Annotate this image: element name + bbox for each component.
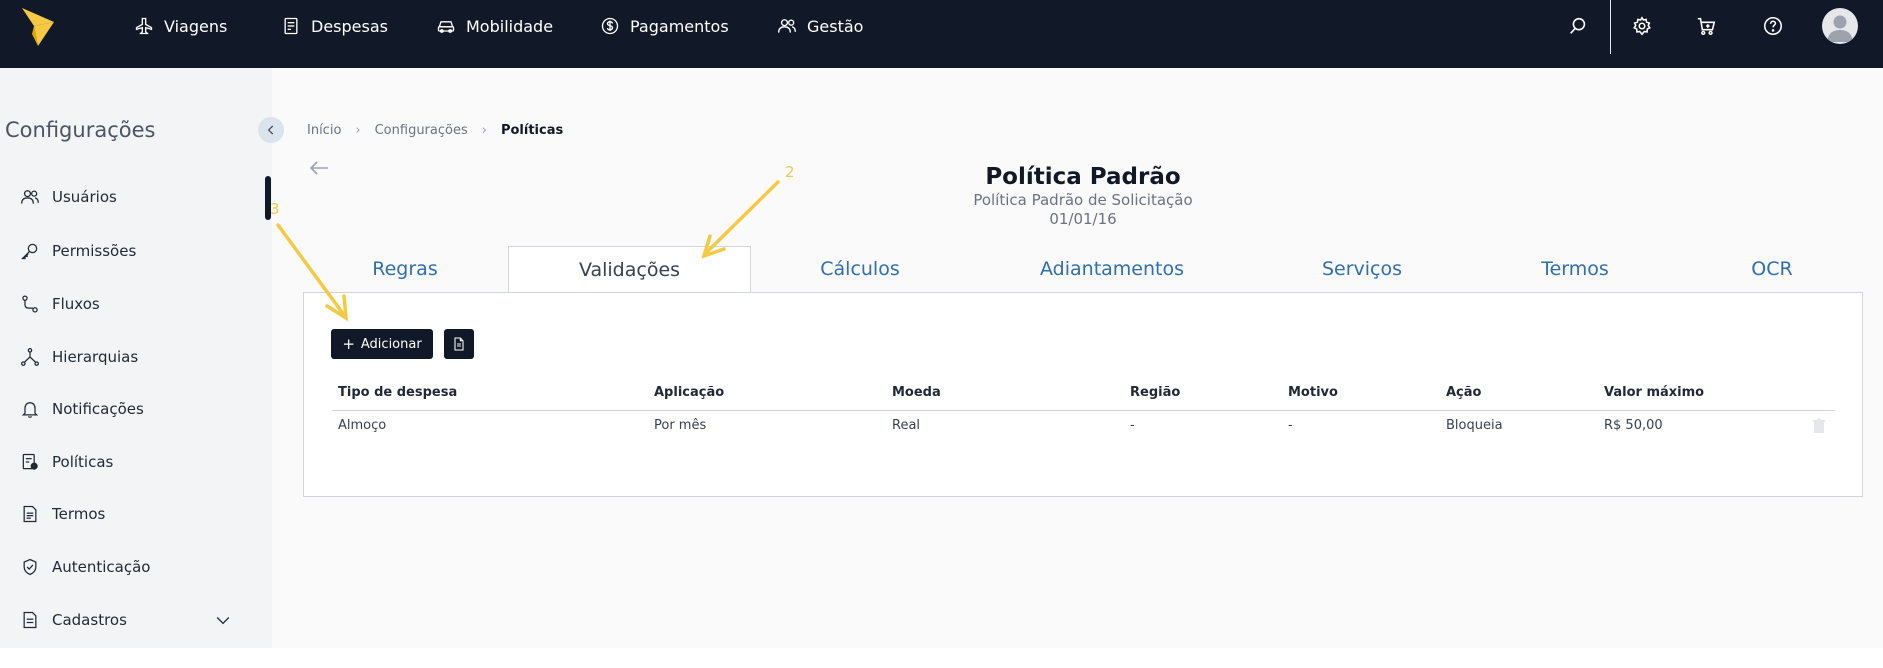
sidebar-item-termos[interactable]: Termos	[20, 502, 105, 526]
receipt-icon	[284, 17, 298, 35]
flow-icon	[22, 295, 38, 313]
page-subtitle: Política Padrão de Solicitação	[973, 191, 1193, 209]
chevron-left-icon	[267, 125, 274, 135]
tab-ocr[interactable]: OCR	[1732, 246, 1812, 292]
nav-despesas[interactable]: Despesas	[281, 14, 388, 38]
sidebar-item-label: Hierarquias	[52, 348, 139, 366]
key-icon	[20, 243, 38, 260]
document-icon	[454, 337, 464, 351]
breadcrumb-separator-icon: ›	[355, 123, 361, 138]
table-cell-tipo[interactable]: Almoço	[338, 418, 386, 433]
policy-icon	[22, 453, 38, 470]
sidebar-item-label: Cadastros	[52, 611, 127, 629]
annotation-label-3: 3	[270, 200, 280, 218]
sidebar-item-politicas[interactable]: Políticas	[20, 450, 113, 474]
sidebar-item-hierarquias[interactable]: Hierarquias	[20, 345, 138, 369]
table-header-aplicacao[interactable]: Aplicação	[654, 385, 724, 400]
page-bottom	[0, 648, 1883, 668]
chevron-down-icon[interactable]	[213, 610, 233, 630]
shield-check-icon	[23, 558, 37, 576]
dollar-coin-icon	[601, 17, 619, 35]
breadcrumb-politicas: Políticas	[500, 123, 564, 138]
collapse-sidebar-button[interactable]	[258, 117, 284, 143]
page-title: Política Padrão	[985, 164, 1181, 190]
sidebar-item-permissoes[interactable]: Permissões	[20, 239, 136, 263]
sidebar-item-label: Fluxos	[52, 295, 100, 313]
page-date: 01/01/16	[1049, 210, 1117, 228]
document-icon	[23, 505, 37, 523]
car-icon	[437, 21, 455, 33]
trash-icon[interactable]	[1812, 418, 1826, 434]
table-cell-motivo[interactable]: -	[1288, 418, 1293, 433]
sidebar-item-notificacoes[interactable]: Notificações	[20, 397, 144, 421]
annotation-label-2: 2	[785, 163, 795, 181]
breadcrumb-inicio[interactable]: Início	[307, 123, 341, 138]
user-avatar-icon	[1827, 15, 1853, 42]
sidebar-item-label: Termos	[52, 505, 106, 523]
add-button[interactable]: + Adicionar	[331, 329, 433, 359]
help-button[interactable]	[1760, 13, 1786, 39]
search-icon	[1570, 17, 1586, 34]
table-cell-regiao[interactable]: -	[1130, 418, 1135, 433]
tab-servicos[interactable]: Serviços	[1302, 246, 1422, 292]
nav-mobilidade-label: Mobilidade	[466, 16, 554, 36]
tab-regras[interactable]: Regras	[340, 246, 470, 292]
table-cell-moeda[interactable]: Real	[892, 418, 920, 433]
table-header-regiao[interactable]: Região	[1130, 385, 1180, 400]
table-header-tipo[interactable]: Tipo de despesa	[338, 385, 457, 400]
table-header-divider	[332, 410, 1835, 411]
nav-pagamentos-label: Pagamentos	[630, 16, 729, 36]
table-cell-acao[interactable]: Bloqueia	[1446, 418, 1503, 433]
sidebar-item-label: Notificações	[52, 400, 144, 418]
toolbar-divider	[1610, 0, 1611, 54]
active-indicator	[265, 176, 271, 220]
sidebar-item-cadastros[interactable]: Cadastros	[20, 608, 235, 632]
avatar[interactable]	[1822, 8, 1858, 44]
sidebar-item-autenticacao[interactable]: Autenticação	[20, 555, 151, 579]
list-icon	[23, 611, 37, 629]
cart-button[interactable]	[1693, 13, 1719, 39]
sidebar-title: Configurações	[5, 118, 156, 142]
top-navigation-bar: Viagens Despesas Mobilidade Pagamentos G…	[0, 0, 1883, 68]
export-document-button[interactable]	[444, 329, 474, 359]
breadcrumb-separator-icon: ›	[481, 123, 487, 138]
nav-gestao[interactable]: Gestão	[777, 14, 863, 38]
tab-termos[interactable]: Termos	[1525, 246, 1625, 292]
nav-viagens[interactable]: Viagens	[134, 14, 227, 38]
tab-adiantamentos[interactable]: Adiantamentos	[1022, 246, 1202, 292]
search-button[interactable]	[1565, 13, 1591, 39]
cart-icon	[1697, 17, 1716, 36]
nav-gestao-label: Gestão	[807, 16, 864, 36]
users-icon	[778, 19, 796, 33]
nav-pagamentos[interactable]: Pagamentos	[600, 14, 729, 38]
nav-viagens-label: Viagens	[164, 16, 228, 36]
bell-icon	[21, 402, 39, 418]
table-cell-aplicacao[interactable]: Por mês	[654, 418, 706, 433]
help-icon	[1763, 16, 1783, 36]
hierarchy-icon	[21, 348, 39, 366]
nav-despesas-label: Despesas	[311, 16, 388, 36]
table-header-motivo[interactable]: Motivo	[1288, 385, 1338, 400]
table-cell-valor-maximo[interactable]: R$ 50,00	[1604, 418, 1663, 433]
airplane-icon	[135, 17, 153, 35]
sidebar-item-fluxos[interactable]: Fluxos	[20, 292, 100, 316]
nav-mobilidade[interactable]: Mobilidade	[436, 14, 553, 38]
sidebar-item-label: Políticas	[52, 453, 114, 471]
tab-validacoes[interactable]: Validações	[508, 246, 751, 292]
plus-icon: +	[342, 335, 355, 353]
table-header-valor-maximo[interactable]: Valor máximo	[1604, 385, 1704, 400]
tab-calculos[interactable]: Cálculos	[790, 246, 930, 292]
logo-icon[interactable]	[20, 4, 56, 48]
add-button-label: Adicionar	[360, 336, 422, 352]
breadcrumb-configuracoes[interactable]: Configurações	[375, 123, 468, 138]
sidebar-item-label: Autenticação	[52, 558, 151, 576]
table-header-acao[interactable]: Ação	[1446, 385, 1481, 400]
sidebar-item-label: Permissões	[52, 242, 137, 260]
gear-icon	[1633, 16, 1651, 36]
settings-button[interactable]	[1629, 13, 1655, 39]
breadcrumb: Início › Configurações › Políticas	[307, 123, 563, 138]
table-header-moeda[interactable]: Moeda	[892, 385, 941, 400]
